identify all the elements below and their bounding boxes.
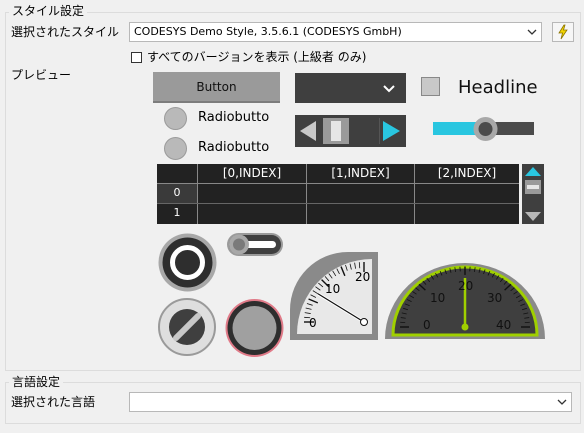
preview-round-button[interactable] — [157, 232, 218, 293]
preview-radio-2-label: Radiobutto — [198, 140, 270, 155]
preview-semicircle-gauge: 0 10 20 30 40 — [383, 262, 547, 340]
preview-toggle-switch[interactable] — [226, 232, 284, 257]
preview-horizontal-scrollbar[interactable] — [295, 115, 406, 147]
preview-button[interactable]: Button — [153, 72, 280, 103]
preview-rotary-knob[interactable] — [157, 298, 218, 356]
preview-combobox[interactable] — [295, 73, 406, 103]
selected-style-combobox[interactable]: CODESYS Demo Style, 3.5.6.1 (CODESYS Gmb… — [129, 22, 542, 42]
preview-radio-1[interactable] — [164, 107, 187, 130]
gauge-large-tick-label-4: 40 — [496, 318, 512, 332]
selected-style-label: 選択されたスタイル — [11, 25, 120, 39]
gauge-large-tick-label-1: 10 — [430, 291, 446, 305]
preview-slider[interactable] — [433, 116, 535, 142]
preview-vertical-scrollbar[interactable] — [522, 164, 544, 224]
gauge-large-tick-label-0: 0 — [423, 318, 431, 332]
chevron-down-icon — [383, 85, 395, 93]
language-settings-title: 言語設定 — [9, 375, 64, 389]
preview-headline: Headline — [458, 77, 538, 98]
selected-style-value: CODESYS Demo Style, 3.5.6.1 (CODESYS Gmb… — [134, 25, 402, 38]
gauge-small-tick-label-1: 10 — [325, 282, 341, 296]
gauge-large-tick-label-3: 30 — [487, 291, 503, 305]
gauge-small-tick-label-2: 20 — [355, 270, 371, 284]
preview-label: プレビュー — [11, 68, 72, 82]
show-all-versions-label[interactable]: すべてのバージョンを表示 (上級者 のみ) — [147, 50, 366, 64]
preview-quarter-gauge: 0 10 20 — [288, 250, 380, 342]
apply-style-button[interactable] — [552, 22, 574, 42]
table-header-0: [0,INDEX] — [222, 166, 282, 180]
gauge-small-tick-label-0: 0 — [309, 316, 317, 330]
preview-table: [0,INDEX] [1,INDEX] [2,INDEX] 0 1 — [157, 164, 519, 224]
show-all-versions-checkbox[interactable] — [131, 52, 142, 63]
style-settings-title: スタイル設定 — [9, 4, 88, 18]
preview-radio-2[interactable] — [164, 137, 187, 160]
table-row-index-1: 1 — [173, 206, 181, 219]
preview-checkbox[interactable] — [421, 77, 440, 96]
preview-lamp — [224, 298, 285, 358]
table-row-index-0: 0 — [173, 186, 181, 199]
preview-radio-1-label: Radiobutto — [198, 110, 270, 125]
table-header-2: [2,INDEX] — [437, 166, 497, 180]
lightning-icon — [558, 24, 568, 40]
chevron-down-icon — [527, 29, 537, 35]
gauge-large-tick-label-2: 20 — [458, 279, 474, 293]
chevron-down-icon — [557, 399, 567, 405]
selected-language-label: 選択された言語 — [11, 395, 96, 409]
table-header-1: [1,INDEX] — [331, 166, 390, 180]
selected-language-combobox[interactable] — [129, 392, 572, 412]
